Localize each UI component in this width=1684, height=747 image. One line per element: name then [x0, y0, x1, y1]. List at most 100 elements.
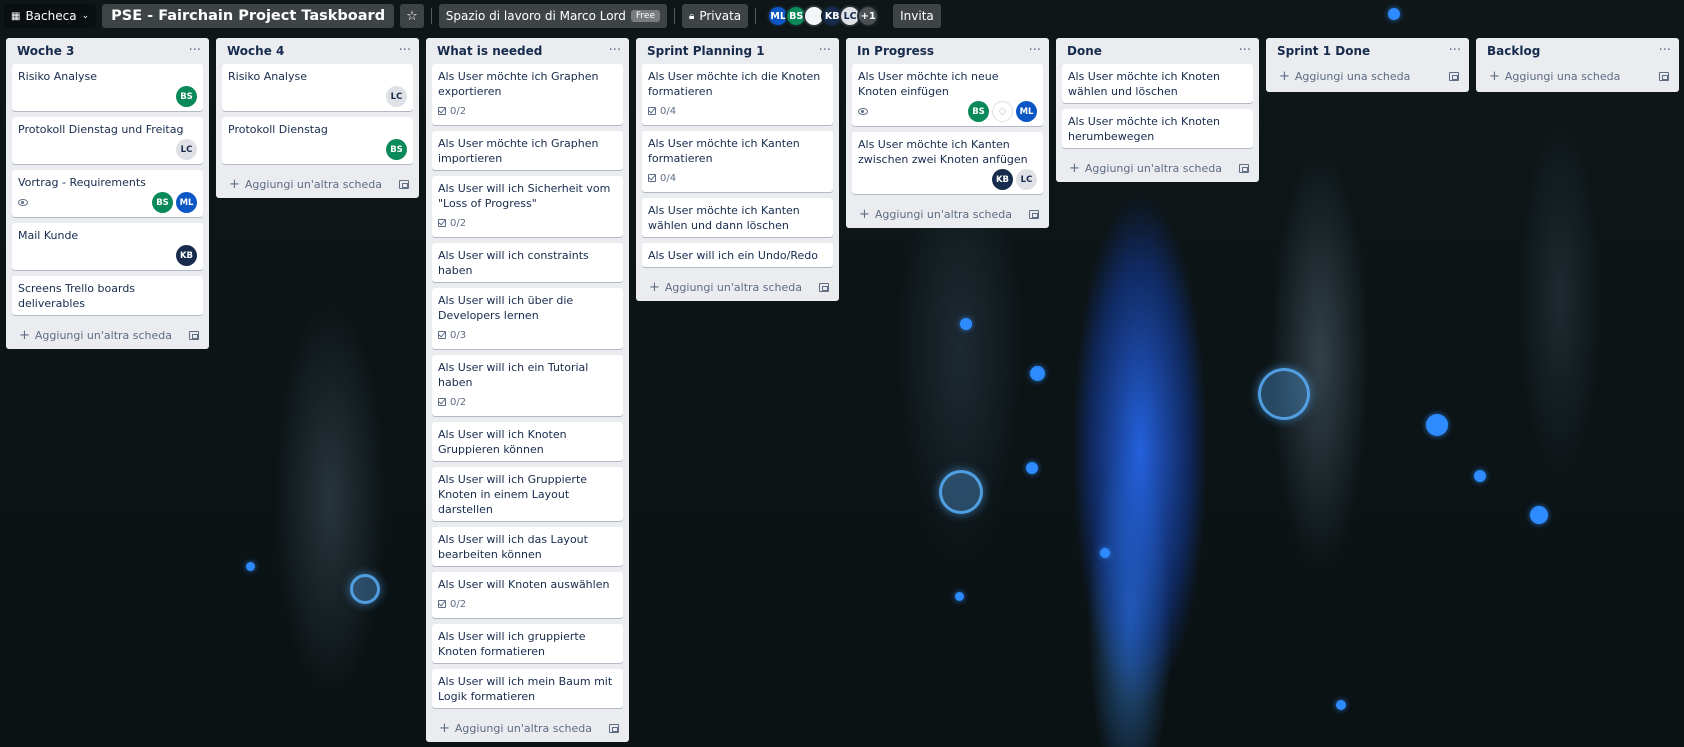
invite-button[interactable]: Invita	[893, 4, 941, 28]
card[interactable]: Als User möchte ich Kanten wählen und da…	[642, 198, 833, 237]
card-title: Als User möchte ich die Knoten formatier…	[648, 70, 821, 98]
background-bubble	[246, 562, 255, 571]
member-avatar-placeholder[interactable]: ◇	[992, 101, 1013, 122]
add-card-button[interactable]: + Aggiungi un'altra scheda	[6, 321, 209, 349]
star-icon: ☆	[406, 8, 418, 24]
list-woche-3: Woche 3 ··· Risiko Analyse BS Protokoll …	[6, 38, 209, 349]
card[interactable]: Als User möchte ich Graphen exportieren …	[432, 64, 623, 125]
card-title: Protokoll Dienstag	[228, 123, 328, 136]
card[interactable]: Als User will ich constraints haben	[432, 243, 623, 282]
checklist-icon	[648, 174, 656, 182]
add-card-button[interactable]: + Aggiungi un'altra scheda	[426, 714, 629, 742]
card[interactable]: Als User will ich ein Tutorial haben 0/2	[432, 355, 623, 416]
visibility-button[interactable]: 🔒︎ Privata	[682, 4, 749, 28]
member-avatar[interactable]: BS	[386, 139, 407, 160]
card[interactable]: Als User will ich mein Baum mit Logik fo…	[432, 669, 623, 708]
add-card-button[interactable]: + Aggiungi un'altra scheda	[636, 273, 839, 301]
card[interactable]: Als User möchte ich Kanten formatieren 0…	[642, 131, 833, 192]
card[interactable]: Mail Kunde KB	[12, 223, 203, 270]
member-avatar[interactable]: ML	[176, 192, 197, 213]
card[interactable]: Protokoll Dienstag BS	[222, 117, 413, 164]
more-icon[interactable]: ···	[399, 44, 411, 57]
more-icon[interactable]: ···	[1239, 44, 1251, 57]
more-icon[interactable]: ···	[189, 44, 201, 57]
more-icon[interactable]: ···	[609, 44, 621, 57]
card[interactable]: Risiko Analyse BS	[12, 64, 203, 111]
member-avatar[interactable]: LC	[1016, 169, 1037, 190]
card[interactable]: Als User möchte ich neue Knoten einfügen…	[852, 64, 1043, 126]
member-avatar[interactable]: LC	[176, 139, 197, 160]
board-icon: ▦	[11, 10, 21, 22]
member-avatar[interactable]: LC	[386, 86, 407, 107]
more-icon[interactable]: ···	[1029, 44, 1041, 57]
card[interactable]: Als User will ich Knoten Gruppieren könn…	[432, 422, 623, 461]
member-avatar[interactable]: KB	[992, 169, 1013, 190]
card[interactable]: Als User will ich Gruppierte Knoten in e…	[432, 467, 623, 521]
member-avatar[interactable]: KB	[176, 245, 197, 266]
list-title[interactable]: Woche 4	[227, 44, 284, 58]
template-icon[interactable]	[819, 282, 829, 292]
list-title[interactable]: What is needed	[437, 44, 542, 58]
board-members: ML BS KB LC +1	[767, 5, 880, 27]
add-card-button[interactable]: + Aggiungi un'altra scheda	[846, 200, 1049, 228]
card[interactable]: Vortrag - Requirements BS ML	[12, 170, 203, 217]
card-title: Als User will ich Sicherheit vom "Loss o…	[438, 182, 611, 210]
add-card-button[interactable]: + Aggiungi un'altra scheda	[1056, 154, 1259, 182]
plus-icon: +	[19, 327, 30, 343]
list-title[interactable]: Backlog	[1487, 44, 1540, 58]
card[interactable]: Als User möchte ich Knoten herumbewegen	[1062, 109, 1253, 148]
more-icon[interactable]: ···	[1449, 44, 1461, 57]
template-icon[interactable]	[1029, 209, 1039, 219]
add-card-button[interactable]: + Aggiungi una scheda	[1476, 64, 1679, 88]
list-title[interactable]: Woche 3	[17, 44, 74, 58]
list-title[interactable]: Done	[1067, 44, 1102, 58]
card[interactable]: Als User will ich das Layout bearbeiten …	[432, 527, 623, 566]
member-avatar[interactable]: BS	[176, 86, 197, 107]
template-icon[interactable]	[609, 723, 619, 733]
card[interactable]: Screens Trello boards deliverables	[12, 276, 203, 315]
list-sprint-1-done: Sprint 1 Done ··· + Aggiungi una scheda	[1266, 38, 1469, 92]
card[interactable]: Protokoll Dienstag und Freitag LC	[12, 117, 203, 164]
more-members-button[interactable]: +1	[857, 5, 880, 27]
card[interactable]: Als User will Knoten auswählen 0/2	[432, 572, 623, 618]
template-icon[interactable]	[1659, 71, 1669, 81]
list-title[interactable]: Sprint 1 Done	[1277, 44, 1370, 58]
checklist-icon	[648, 107, 656, 115]
star-button[interactable]: ☆	[400, 4, 424, 28]
add-card-button[interactable]: + Aggiungi un'altra scheda	[216, 170, 419, 198]
board-menu-button[interactable]: ▦ Bacheca ⌄	[4, 4, 97, 28]
card[interactable]: Risiko Analyse LC	[222, 64, 413, 111]
add-card-label: Aggiungi un'altra scheda	[664, 280, 803, 294]
card-title: Als User will Knoten auswählen	[438, 578, 610, 591]
list-title[interactable]: Sprint Planning 1	[647, 44, 765, 58]
board-header: ▦ Bacheca ⌄ PSE - Fairchain Project Task…	[0, 0, 1684, 32]
member-avatar[interactable]: ML	[1016, 101, 1037, 122]
workspace-badge: Free	[630, 10, 660, 22]
add-card-button[interactable]: + Aggiungi una scheda	[1266, 64, 1469, 88]
template-icon[interactable]	[1449, 71, 1459, 81]
workspace-button[interactable]: Spazio di lavoro di Marco Lord Free	[438, 4, 667, 28]
card[interactable]: Als User möchte ich Kanten zwischen zwei…	[852, 132, 1043, 194]
card-title: Als User möchte ich Kanten zwischen zwei…	[858, 138, 1028, 166]
card[interactable]: Als User will ich Sicherheit vom "Loss o…	[432, 176, 623, 237]
card[interactable]: Als User möchte ich die Knoten formatier…	[642, 64, 833, 125]
list-title[interactable]: In Progress	[857, 44, 934, 58]
plus-icon: +	[1069, 160, 1080, 176]
template-icon[interactable]	[399, 179, 409, 189]
more-icon[interactable]: ···	[1659, 44, 1671, 57]
card[interactable]: Als User will ich über die Developers le…	[432, 288, 623, 349]
background-bubble	[1100, 548, 1110, 558]
template-icon[interactable]	[1239, 163, 1249, 173]
board-title[interactable]: PSE - Fairchain Project Taskboard	[102, 4, 395, 28]
more-icon[interactable]: ···	[819, 44, 831, 57]
card[interactable]: Als User möchte ich Graphen importieren	[432, 131, 623, 170]
card[interactable]: Als User will ich gruppierte Knoten form…	[432, 624, 623, 663]
add-card-label: Aggiungi una scheda	[1504, 69, 1621, 83]
card[interactable]: Als User will ich ein Undo/Redo	[642, 243, 833, 267]
template-icon[interactable]	[189, 330, 199, 340]
card[interactable]: Als User möchte ich Knoten wählen und lö…	[1062, 64, 1253, 103]
add-card-label: Aggiungi un'altra scheda	[1084, 161, 1223, 175]
member-avatar[interactable]: BS	[968, 101, 989, 122]
member-avatar[interactable]: BS	[152, 192, 173, 213]
chevron-down-icon: ⌄	[81, 11, 90, 21]
